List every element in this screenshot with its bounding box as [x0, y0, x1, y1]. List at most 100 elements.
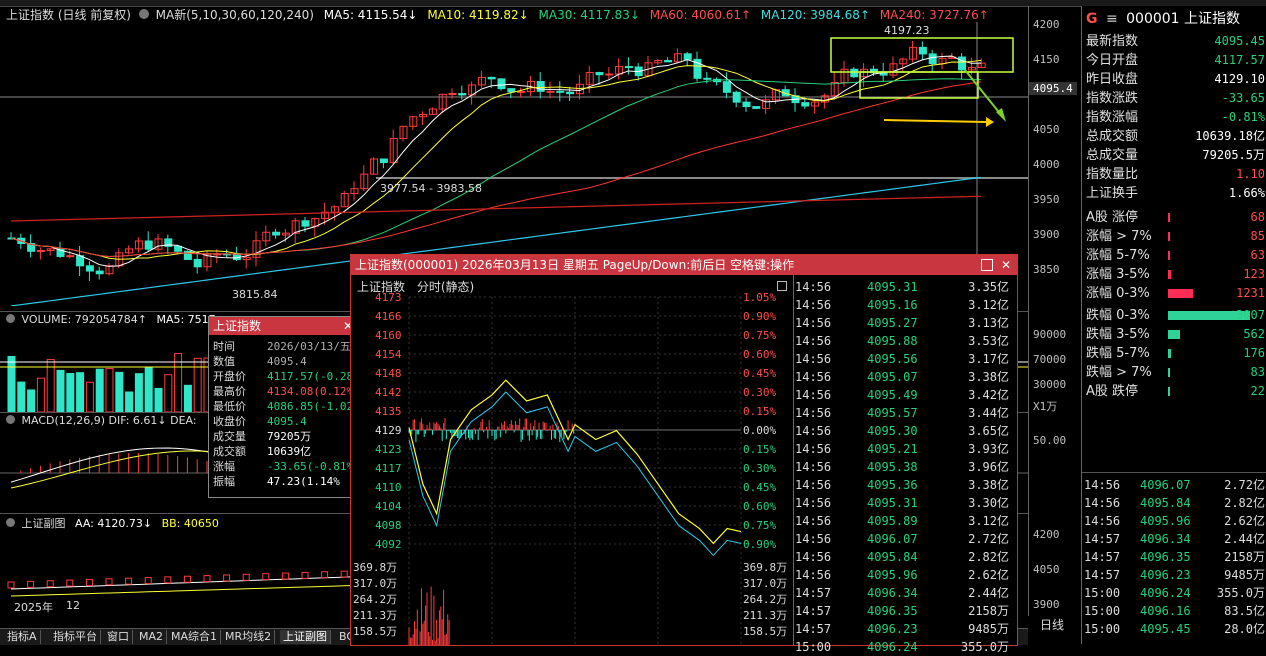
arrow-line — [883, 119, 987, 123]
popup-tick-row: 14:56 4095.96 2.62亿 — [793, 566, 1015, 584]
tick-volume: 2.72亿 — [968, 532, 1009, 546]
popup-tick-list[interactable]: 14:56 4095.31 3.35亿 14:56 4095.16 3.12亿 14:56 4… — [793, 275, 1015, 654]
tick-time: 14:56 — [795, 424, 832, 438]
volume-bar — [7, 355, 16, 412]
sub-candle — [262, 573, 270, 581]
tab-ma2[interactable]: MA2 — [136, 630, 168, 644]
price-tick: 3850 — [1033, 263, 1060, 276]
info-row: 数值 4095.4 — [209, 354, 357, 369]
volume-bar — [27, 389, 36, 412]
popup-tick-row: 14:56 4095.57 3.44亿 — [793, 404, 1015, 422]
quote-stat-value: 79205.5万 — [1202, 148, 1265, 162]
tab-window[interactable]: 窗口 — [104, 630, 133, 644]
intraday-price-tick: 4154 — [375, 348, 402, 361]
tick-volume: 2.72亿 — [1224, 478, 1265, 492]
candle-body — [487, 76, 496, 80]
intraday-vol-tick: 211.3万 — [743, 609, 788, 622]
quote-stat-label: 今日开盘 — [1086, 53, 1139, 68]
breadth-value: 1231 — [1236, 286, 1265, 300]
volume-ma5: MA5: 7517 — [156, 313, 216, 326]
intraday-menu-icon[interactable] — [777, 281, 787, 291]
info-key: 时间 — [213, 340, 235, 353]
sub-settings-icon[interactable] — [6, 518, 15, 527]
intraday-pct-tick: 0.45% — [743, 481, 777, 494]
tick-price: 4096.35 — [867, 604, 918, 618]
tick-price: 4096.34 — [1140, 532, 1191, 546]
close-icon[interactable]: ✕ — [1001, 255, 1011, 275]
tab-ma-combo[interactable]: MA综合1 — [168, 630, 222, 644]
volume-header: VOLUME: 792054784↑ MA5: 7517 — [6, 313, 216, 326]
sub-candle — [301, 571, 309, 579]
tab-daily[interactable]: 日线 — [1040, 616, 1064, 633]
intraday-chart-area[interactable]: 上证指数 分时(静态) 4173 4166 4160 4154 4148 4142 4135… — [351, 275, 794, 645]
sub-candle — [144, 577, 152, 585]
intraday-vol-tick: 369.8万 — [353, 561, 398, 574]
tick-time: 14:56 — [795, 370, 832, 384]
intraday-popup[interactable]: 上证指数(000001) 2026年03月13日 星期五 PageUp/Down… — [350, 254, 1018, 654]
tab-indicator-platform[interactable]: 指标平台 — [50, 630, 101, 644]
sub-label: 上证副图 — [21, 517, 66, 530]
breadth-row: 涨幅 > 7% 85 — [1084, 227, 1266, 246]
info-value: 4134.08(0.12% — [267, 385, 354, 398]
ma-settings-icon[interactable] — [138, 9, 149, 19]
tick-volume: 2.62亿 — [968, 568, 1009, 582]
quote-stat-label: 昨日收盘 — [1086, 72, 1139, 87]
price-axis: 4200 4150 4095.4 4050 4000 3950 3900 385… — [1028, 6, 1081, 616]
info-value: 2026/03/13/五 — [267, 340, 351, 353]
quote-stat-value: -0.81% — [1221, 110, 1265, 124]
tick-price: 4096.35 — [1140, 550, 1191, 564]
tick-volume: 28.0亿 — [1224, 622, 1265, 636]
quote-stat-row: 指数量比 1.10 — [1084, 165, 1266, 184]
tick-volume: 3.12亿 — [968, 298, 1009, 312]
tick-time: 14:56 — [795, 550, 832, 564]
breadth-label: A股 涨停 — [1086, 210, 1139, 225]
quote-stat-label: 指数涨跌 — [1086, 91, 1139, 106]
intraday-pct-tick: 0.30% — [743, 462, 777, 475]
volume-settings-icon[interactable] — [6, 314, 15, 323]
popup-tick-row: 14:56 4095.30 3.65亿 — [793, 422, 1015, 440]
breadth-value: 176 — [1243, 346, 1265, 360]
intraday-price-tick: 4173 — [375, 291, 402, 304]
tick-volume: 3.38亿 — [968, 478, 1009, 492]
tick-volume: 3.93亿 — [968, 442, 1009, 456]
popup-tick-row: 14:57 4096.34 2.44亿 — [793, 584, 1015, 602]
breadth-value: 85 — [1250, 229, 1265, 243]
tick-time: 14:56 — [1084, 496, 1121, 510]
info-row: 成交量 79205万 — [209, 429, 357, 444]
tick-time: 14:56 — [795, 460, 832, 474]
intraday-price-tick: 4092 — [375, 538, 402, 551]
volume-bar — [115, 371, 124, 412]
menu-icon[interactable]: ≡ — [1106, 11, 1118, 27]
info-row: 最高价 4134.08(0.12% — [209, 384, 357, 399]
candle-body — [722, 81, 731, 93]
info-row: 开盘价 4117.57(-0.28% — [209, 369, 360, 384]
price-tick: 3950 — [1033, 193, 1060, 206]
popup-tick-row: 14:56 4095.31 3.35亿 — [793, 278, 1015, 296]
candle-body — [193, 258, 202, 268]
tick-volume: 3.13亿 — [968, 316, 1009, 330]
macd-settings-icon[interactable] — [6, 415, 15, 424]
tick-volume: 3.65亿 — [968, 424, 1009, 438]
tick-volume: 3.96亿 — [968, 460, 1009, 474]
breadth-row: A股 跌停 22 — [1084, 382, 1266, 401]
tab-mr-ma2[interactable]: MR均线2 — [222, 630, 276, 644]
intraday-pct-tick: 0.60% — [743, 348, 777, 361]
popup-title-bar[interactable]: 上证指数(000001) 2026年03月13日 星期五 PageUp/Down… — [351, 255, 1017, 275]
maximize-icon[interactable] — [981, 259, 993, 271]
tick-row: 14:56 4095.96 2.62亿 — [1082, 512, 1266, 530]
tick-volume: 2.62亿 — [1224, 514, 1265, 528]
tick-time: 14:57 — [1084, 568, 1121, 582]
tick-time: 14:57 — [795, 604, 832, 618]
candle-body — [85, 265, 94, 272]
info-box-title: 上证指数 ✕ — [209, 317, 357, 335]
tab-indicator-a[interactable]: 指标A — [4, 630, 41, 644]
stock-flag-icon: G — [1086, 11, 1098, 27]
low-annotation: 3815.84 — [232, 288, 278, 301]
ma-label: MA新(5,10,30,60,120,240) — [155, 8, 314, 22]
breadth-value: 63 — [1250, 248, 1265, 262]
candle-body — [742, 101, 751, 108]
tick-row: 14:57 4096.35 2158万 — [1082, 548, 1266, 566]
current-price-tag: 4095.4 — [1029, 82, 1077, 95]
tab-sub-chart[interactable]: 上证副图 — [280, 630, 331, 644]
tick-price: 4096.34 — [867, 586, 918, 600]
